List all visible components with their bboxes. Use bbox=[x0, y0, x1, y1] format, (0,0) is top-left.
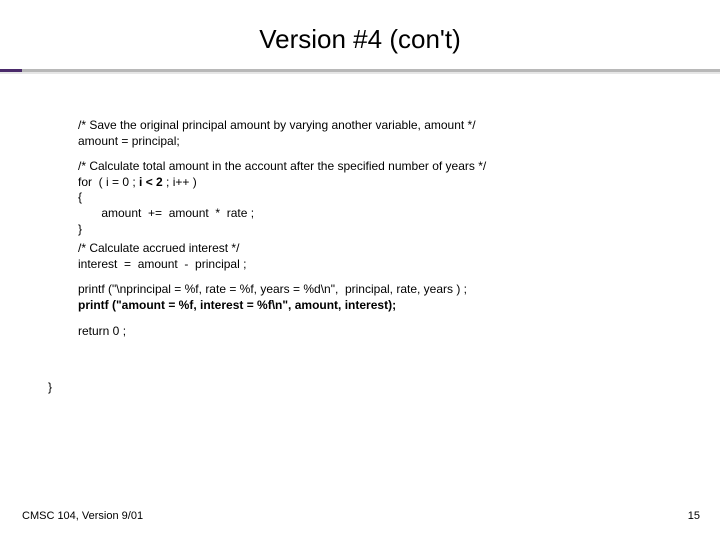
code-block-3: /* Calculate accrued interest */ interes… bbox=[78, 241, 678, 272]
code-line: { bbox=[78, 190, 82, 204]
code-block-4: printf ("\nprincipal = %f, rate = %f, ye… bbox=[78, 282, 678, 313]
closing-brace: } bbox=[48, 380, 52, 394]
code-line-bold: printf ("amount = %f, interest = %f\n", … bbox=[78, 298, 396, 312]
slide-title: Version #4 (con't) bbox=[0, 0, 720, 69]
code-line: printf ("\nprincipal = %f, rate = %f, ye… bbox=[78, 282, 467, 296]
code-line: } bbox=[78, 222, 82, 236]
code-line: amount = principal; bbox=[78, 134, 180, 148]
code-line: /* Save the original principal amount by… bbox=[78, 118, 476, 132]
bold-condition: i < 2 bbox=[139, 175, 163, 189]
code-line: interest = amount - principal ; bbox=[78, 257, 246, 271]
divider bbox=[0, 69, 720, 75]
code-line: /* Calculate accrued interest */ bbox=[78, 241, 239, 255]
code-line: /* Calculate total amount in the account… bbox=[78, 159, 486, 173]
code-block-1: /* Save the original principal amount by… bbox=[78, 118, 678, 149]
footer-page-number: 15 bbox=[688, 510, 700, 522]
code-line: amount += amount * rate ; bbox=[78, 206, 254, 220]
code-block-5: return 0 ; bbox=[78, 324, 678, 340]
footer-left: CMSC 104, Version 9/01 bbox=[22, 510, 143, 522]
slide: Version #4 (con't) /* Save the original … bbox=[0, 0, 720, 540]
code-line: for ( i = 0 ; i < 2 ; i++ ) bbox=[78, 175, 197, 189]
code-block-2: /* Calculate total amount in the account… bbox=[78, 159, 678, 237]
code-body: /* Save the original principal amount by… bbox=[78, 118, 678, 349]
code-line: return 0 ; bbox=[78, 324, 126, 338]
